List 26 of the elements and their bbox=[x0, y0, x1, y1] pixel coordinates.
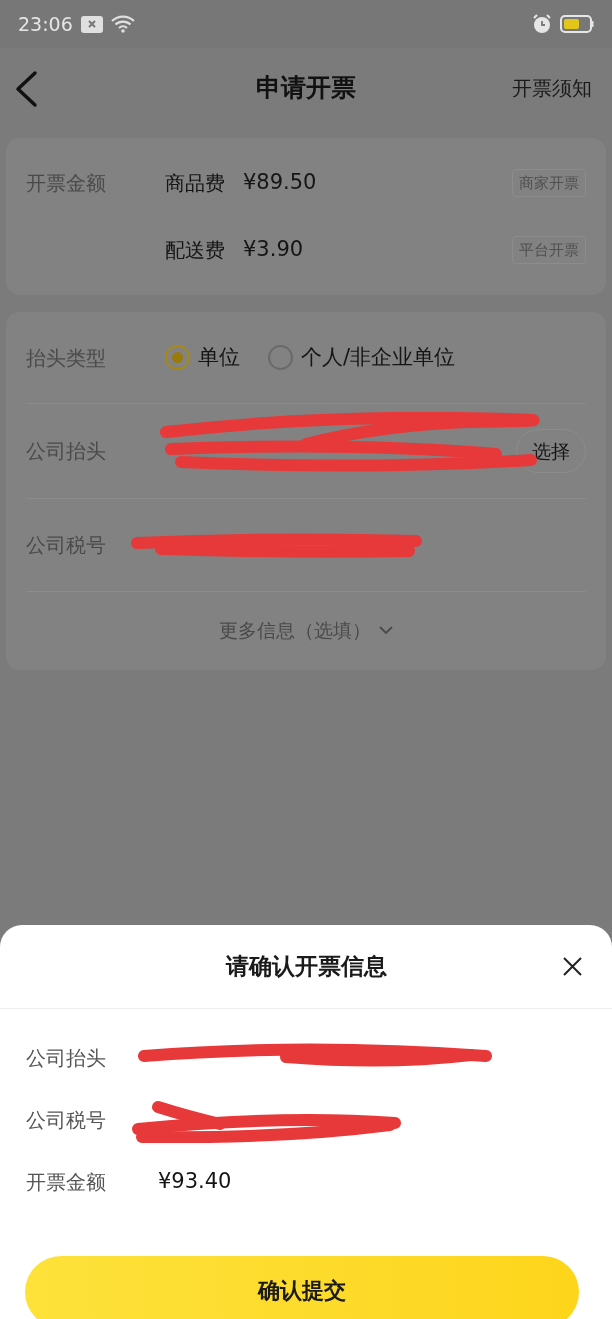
notification-icon bbox=[80, 15, 103, 33]
wifi-icon bbox=[110, 15, 135, 33]
invoice-notice-link[interactable]: 开票须知 bbox=[512, 73, 592, 103]
page-title: 申请开票 bbox=[256, 72, 356, 105]
alarm-icon bbox=[532, 14, 552, 34]
fee-amount: ¥3.90 bbox=[243, 236, 305, 264]
status-time: 23:06 bbox=[18, 11, 73, 37]
field-label: 公司税号 bbox=[26, 1107, 107, 1134]
battery-icon bbox=[560, 15, 594, 33]
field-label: 公司税号 bbox=[26, 532, 107, 559]
field-label: 抬头类型 bbox=[26, 344, 107, 372]
sheet-title: 请确认开票信息 bbox=[225, 952, 387, 982]
invoice-amount: ¥93.40 bbox=[158, 1168, 232, 1196]
radio-option[interactable]: 个人/非企业单位 bbox=[268, 341, 456, 374]
field-label: 开票金额 bbox=[26, 170, 107, 197]
field-label: 公司抬头 bbox=[26, 1045, 107, 1072]
radio-option[interactable]: 单位 bbox=[165, 341, 240, 374]
chevron-down-icon bbox=[379, 625, 393, 635]
submit-button[interactable]: 确认提交 bbox=[25, 1256, 579, 1319]
field-label: 开票金额 bbox=[26, 1169, 107, 1196]
field-label: 公司抬头 bbox=[26, 438, 107, 465]
back-icon[interactable] bbox=[14, 70, 38, 108]
fee-name: 商品费 bbox=[165, 170, 225, 197]
fee-amount: ¥89.50 bbox=[243, 169, 318, 197]
close-icon[interactable] bbox=[563, 957, 582, 976]
fee-name: 配送费 bbox=[165, 237, 225, 264]
